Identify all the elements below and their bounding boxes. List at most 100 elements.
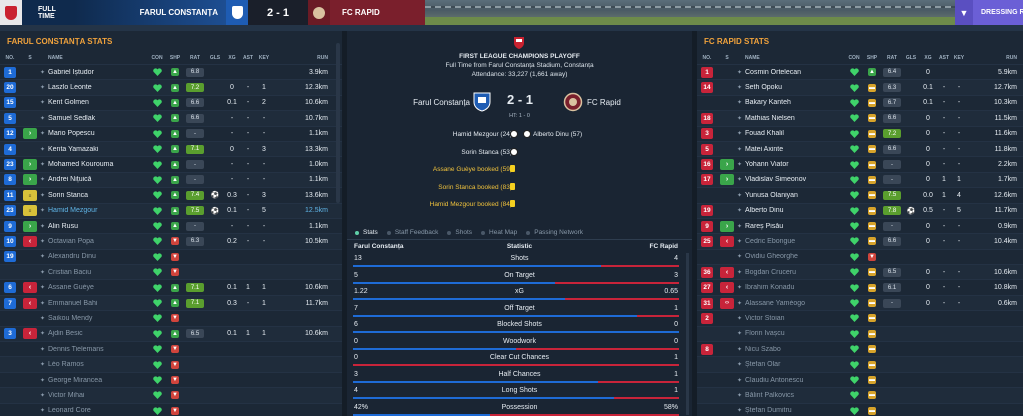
column-header-ast[interactable]: AST [937,55,951,61]
player-row[interactable]: ✦ Bakary Kanteh ▬ 6.7 0.1 - - 10.3km [697,94,1023,110]
player-row[interactable]: 8 ✦ Nicu Szabo ▬ [697,341,1023,356]
player-row[interactable]: 23 ≡ ✦ Hamid Mezgour ▲ 7.5 ⚽ 0.1 - 5 12.5km [0,202,342,218]
column-header-run[interactable]: RUN [967,55,1023,61]
player-name[interactable]: Gabriel Iștudor [48,69,148,76]
player-name[interactable]: Mathias Nielsen [745,115,845,122]
column-header-con[interactable]: CON [845,55,863,61]
player-name[interactable]: Cristian Baciu [48,269,148,276]
player-name[interactable]: George Mirancea [48,377,148,384]
player-row[interactable]: 4 ✦ Kenta Yamazaki ▲ 7.1 0 - 3 13.3km [0,140,342,157]
player-row[interactable]: 15 ✦ Kent Golmen ▲ 6.6 0.1 - 2 10.6km [0,94,342,110]
column-header-no[interactable]: NO. [0,55,20,61]
player-name[interactable]: Claudiu Antonescu [745,377,845,384]
column-header-con[interactable]: CON [148,55,166,61]
player-row[interactable]: ✦ Yunusa Olaniyan ▬ 7.5 0.0 1 4 12.6km [697,187,1023,202]
player-row[interactable]: 9 › ✦ Rareș Pisău ▬ -0- -0.9km [697,217,1023,233]
player-row[interactable]: ✦ Ștefan Dumitru ▬ [697,402,1023,416]
player-row[interactable]: 17 › ✦ Vladislav Simeonov ▬ - 0 1 1 1.7km [697,171,1023,188]
column-header-shp[interactable]: SHP [863,55,881,61]
player-row[interactable]: 14 ✦ Seth Opoku ▬ 6.3 0.1 - - 12.7km [697,79,1023,95]
player-name[interactable]: Bogdan Cruceru [745,269,845,276]
player-row[interactable]: ✦ Dennis Tielemans ▼ [0,341,342,356]
column-header-no[interactable]: NO. [697,55,717,61]
player-row[interactable]: 2 ✦ Victor Stoian ▬ [697,310,1023,325]
away-team-name[interactable]: FC RAPID [330,0,425,25]
player-row[interactable]: 1 ✦ Gabriel Iștudor ▲ 6.8 3.9km [0,64,342,79]
column-header-s[interactable]: S [717,55,737,61]
player-name[interactable]: Victor Mihai [48,392,148,399]
tab-shots[interactable]: Shots [447,229,472,236]
stats-scrollbar[interactable] [686,253,689,415]
player-row[interactable]: ✦ Léo Ramos ▼ [0,356,342,372]
column-header-s[interactable]: S [20,55,40,61]
player-name[interactable]: Bakary Kanteh [745,99,845,106]
player-row[interactable]: 5 ✦ Matei Axinte ▬ 6.6 0 - - 11.8km [697,140,1023,157]
column-header-gls[interactable]: GLS [206,55,224,61]
player-row[interactable]: ✦ Ovidiu Gheorghe ▼ [697,248,1023,264]
player-name[interactable]: Samuel Sedlak [48,115,148,122]
player-row[interactable]: 5 ✦ Samuel Sedlak ▲ 6.6 - - - 10.7km [0,110,342,126]
player-name[interactable]: Andrei Nițuică [48,176,148,183]
player-name[interactable]: Cedric Ebongue [745,238,845,245]
player-row[interactable]: ✦ Ștefan Olar ▬ [697,356,1023,372]
player-name[interactable]: Ștefan Olar [745,361,845,368]
player-row[interactable]: 19 ✦ Alexandru Dinu ▼ [0,248,342,264]
player-row[interactable]: ✦ Claudiu Antonescu ▬ [697,371,1023,387]
player-name[interactable]: Cosmin Ortelecan [745,69,845,76]
player-row[interactable]: 3 ‹ ✦ Ajdin Besic ▲ 6.5 0.1 1 1 10.6km [0,325,342,342]
player-name[interactable]: Assane Guèye [48,284,148,291]
player-name[interactable]: Vladislav Simeonov [745,176,845,183]
player-name[interactable]: Kent Golmen [48,99,148,106]
player-name[interactable]: Ibrahim Konadu [745,284,845,291]
home-team-name[interactable]: FARUL CONSTANȚA [74,0,226,25]
player-name[interactable]: Hamid Mezgour [48,207,148,214]
chevron-down-icon[interactable]: ▼ [955,0,973,25]
column-header-shp[interactable]: SHP [166,55,184,61]
player-name[interactable]: Sorin Stanca [48,192,148,199]
player-row[interactable]: ✦ Bălint Palkovics ▬ [697,387,1023,403]
player-row[interactable]: 25 ‹ ✦ Cedric Ebongue ▬ 6.6 0 - - 10.4km [697,233,1023,249]
column-header-gls[interactable]: GLS [903,55,919,61]
column-header-run[interactable]: RUN [272,55,334,61]
column-header-xg[interactable]: XG [919,55,937,61]
player-row[interactable]: 8 › ✦ Andrei Nițuică ▲ - - - -1.1km [0,171,342,188]
player-row[interactable]: ✦ Cristian Baciu ▼ [0,264,342,280]
player-row[interactable]: ✦ Leonard Core ▼ [0,402,342,416]
column-header-name[interactable]: NAME [48,55,148,61]
player-name[interactable]: Emmanuel Bahi [48,300,148,307]
column-header-ast[interactable]: AST [240,55,256,61]
away-team-label[interactable]: FC Rapid [587,98,621,107]
player-row[interactable]: 9 › ✦ Alin Rusu ▲ - - - -1.1km [0,217,342,233]
player-name[interactable]: Fouad Khalil [745,130,845,137]
player-name[interactable]: Dennis Tielemans [48,346,148,353]
tab-stats[interactable]: Stats [355,229,378,236]
player-row[interactable]: ✦ Victor Mihai ▼ [0,387,342,403]
player-row[interactable]: 10 ‹ ✦ Octavian Popa ▼ 6.3 0.2 - - 10.5km [0,233,342,249]
player-name[interactable]: Ovidiu Gheorghe [745,253,845,260]
player-name[interactable]: Kenta Yamazaki [48,146,148,153]
player-name[interactable]: Victor Stoian [745,315,845,322]
player-row[interactable]: 6 ‹ ✦ Assane Guèye ▲ 7.1 0.1 1 1 10.6km [0,279,342,294]
player-name[interactable]: Florin Ivașcu [745,330,845,337]
column-header-name[interactable]: NAME [745,55,845,61]
player-name[interactable]: Alexandru Dinu [48,253,148,260]
player-name[interactable]: Yunusa Olaniyan [745,192,845,199]
player-name[interactable]: Ștefan Dumitru [745,407,845,414]
player-name[interactable]: Yohann Viator [745,161,845,168]
player-row[interactable]: 31 ‹› ✦ Alassane Yaméogo ▬ -0- -0.6km [697,294,1023,311]
player-name[interactable]: Nicu Szabo [745,346,845,353]
player-name[interactable]: Alassane Yaméogo [745,300,845,307]
player-row[interactable]: 12 › ✦ Mario Popescu ▲ - - - -1.1km [0,125,342,141]
player-name[interactable]: Mario Popescu [48,130,148,137]
player-row[interactable]: 20 ✦ Laszlo Leonte ▲ 7.2 0 - 1 12.3km [0,79,342,95]
player-name[interactable]: Ajdin Besic [48,330,148,337]
player-row[interactable]: 3 ✦ Fouad Khalil ▬ 7.2 0 - - 11.6km [697,125,1023,141]
player-row[interactable]: ✦ Florin Ivașcu ▬ [697,325,1023,342]
player-name[interactable]: Leonard Core [48,407,148,414]
player-name[interactable]: Bălint Palkovics [745,392,845,399]
column-header-rat[interactable]: RAT [184,55,206,61]
player-name[interactable]: Mohamed Kourouma [48,161,148,168]
player-row[interactable]: ✦ George Mirancea ▼ [0,371,342,387]
tab-heat-map[interactable]: Heat Map [481,229,517,236]
tab-staff-feedback[interactable]: Staff Feedback [386,229,438,236]
